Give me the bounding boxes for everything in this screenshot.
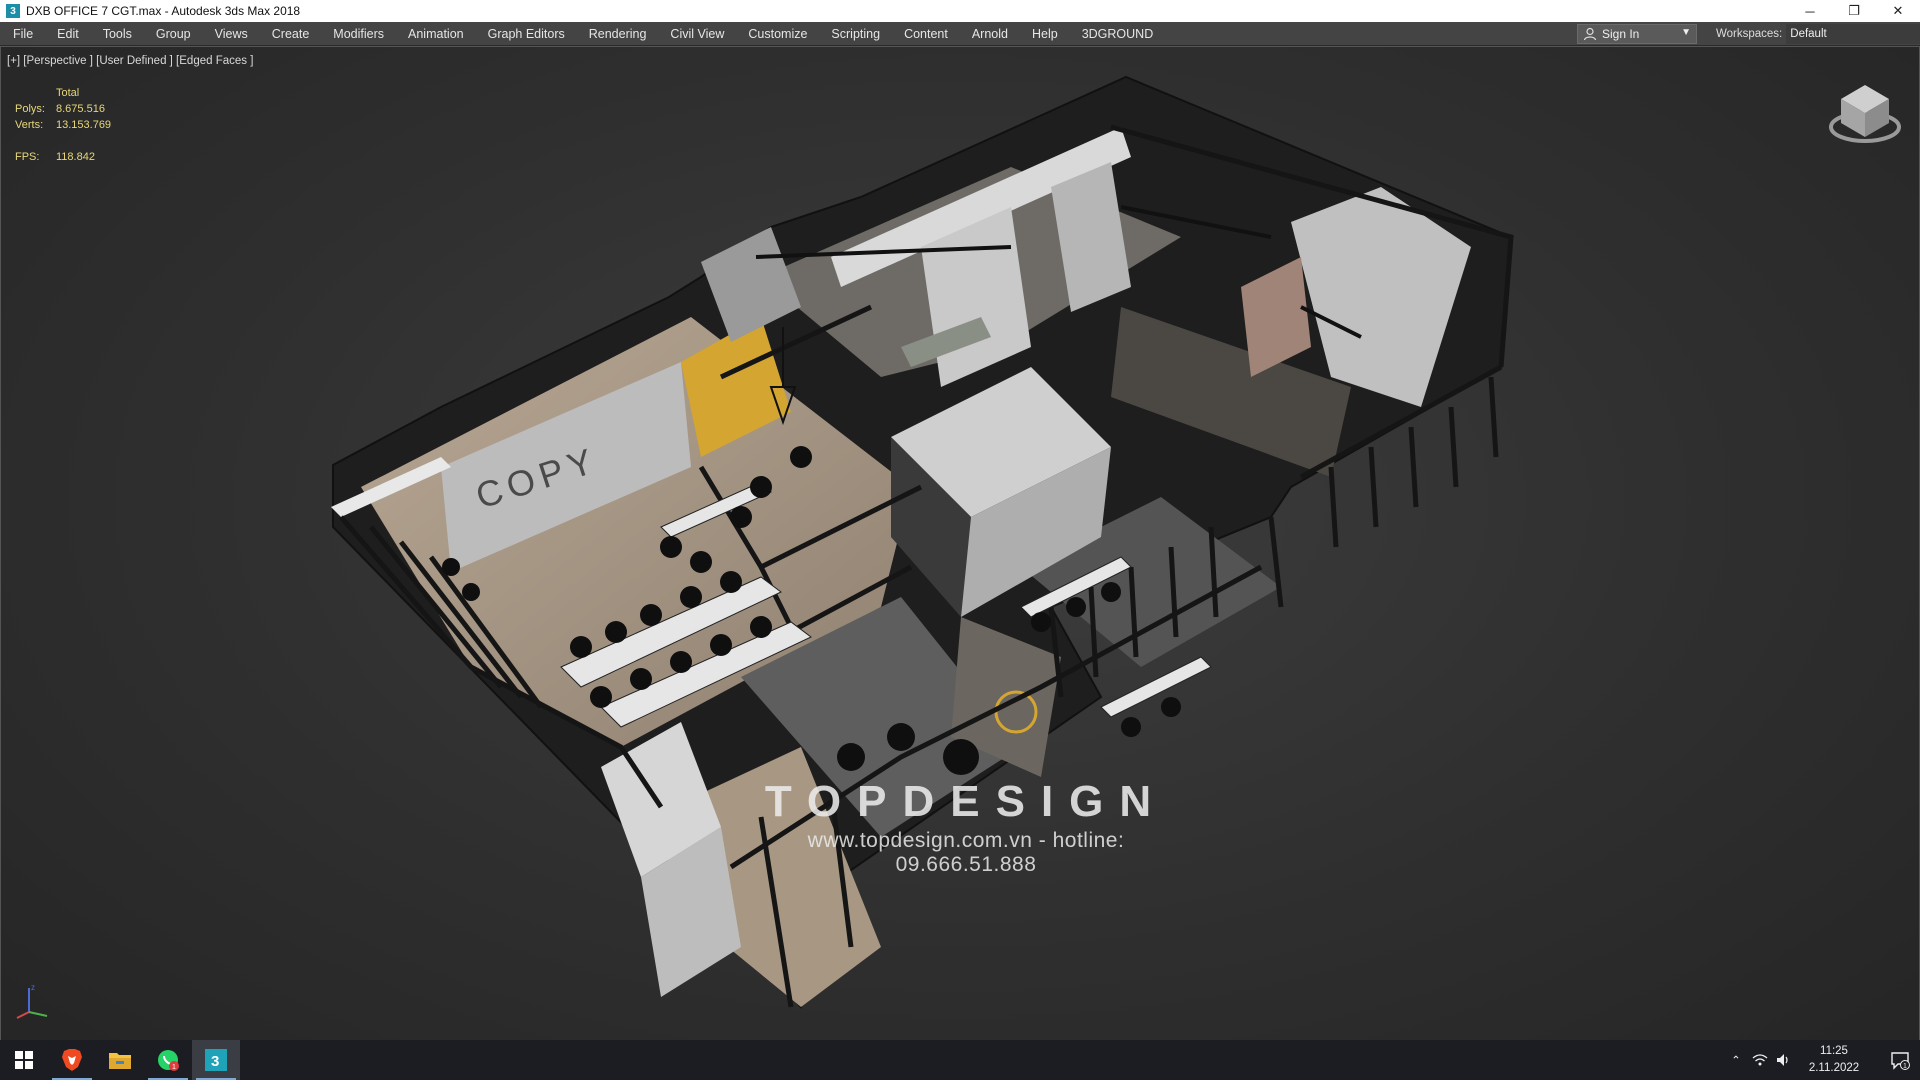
3ds-max-icon: 3 bbox=[205, 1049, 227, 1071]
window-title: DXB OFFICE 7 CGT.max - Autodesk 3ds Max … bbox=[26, 4, 301, 18]
menu-views[interactable]: Views bbox=[203, 22, 260, 46]
workspaces-value: Default bbox=[1790, 28, 1827, 40]
viewcube-icon[interactable] bbox=[1827, 77, 1903, 153]
fps-label: FPS: bbox=[15, 151, 40, 163]
polys-label: Polys: bbox=[15, 103, 45, 115]
menu-help[interactable]: Help bbox=[1020, 22, 1070, 46]
polys-value: 8.675.516 bbox=[56, 103, 105, 115]
brave-browser-icon bbox=[62, 1049, 82, 1071]
menu-scripting[interactable]: Scripting bbox=[819, 22, 892, 46]
clock[interactable]: 11:25 2.11.2022 bbox=[1796, 1043, 1872, 1077]
stats-fps: FPS: 118.842 bbox=[15, 149, 111, 165]
stats-verts: Verts: 13.153.769 bbox=[15, 117, 111, 133]
sign-in-label: Sign In bbox=[1602, 27, 1640, 41]
menu-tools[interactable]: Tools bbox=[91, 22, 144, 46]
verts-value: 13.153.769 bbox=[56, 119, 112, 131]
taskbar-file-explorer[interactable] bbox=[96, 1040, 144, 1080]
office-3d-model[interactable]: COPY bbox=[1, 47, 1920, 1058]
menu-customize[interactable]: Customize bbox=[736, 22, 819, 46]
chevron-down-icon: ▼ bbox=[1681, 27, 1691, 38]
watermark-brand: TOPDESIGN bbox=[764, 777, 1168, 826]
viewport-label[interactable]: [+] [Perspective ] [User Defined ] [Edge… bbox=[7, 55, 253, 67]
workspaces: Workspaces: Default ▼ bbox=[1716, 22, 1920, 46]
network-icon[interactable] bbox=[1748, 1053, 1772, 1067]
menu-arnold[interactable]: Arnold bbox=[960, 22, 1020, 46]
menu-rendering[interactable]: Rendering bbox=[577, 22, 659, 46]
svg-text:3: 3 bbox=[211, 1053, 219, 1070]
menu-create[interactable]: Create bbox=[260, 22, 322, 46]
workspaces-select[interactable]: Default ▼ bbox=[1786, 24, 1920, 44]
sign-in-button[interactable]: Sign In ▼ bbox=[1577, 24, 1697, 44]
restore-button[interactable]: ❐ bbox=[1832, 0, 1876, 22]
perspective-viewport[interactable]: COPY [+] [Perspective] [User Defined] … bbox=[0, 46, 1920, 1058]
menu-group[interactable]: Group bbox=[144, 22, 203, 46]
clock-date: 2.11.2022 bbox=[1808, 1062, 1860, 1074]
taskbar-whatsapp[interactable]: 1 bbox=[144, 1040, 192, 1080]
windows-taskbar: 1 3 ⌃ 11:25 2.11.2022 1 bbox=[0, 1040, 1920, 1080]
close-button[interactable]: ✕ bbox=[1876, 0, 1920, 22]
system-tray: ⌃ 11:25 2.11.2022 1 bbox=[1724, 1040, 1920, 1080]
notification-count: 1 bbox=[1903, 1063, 1907, 1070]
verts-label: Verts: bbox=[15, 119, 44, 131]
start-button[interactable] bbox=[0, 1040, 48, 1080]
axis-tripod-icon: z bbox=[16, 983, 48, 1019]
workspaces-label: Workspaces: bbox=[1716, 28, 1783, 40]
menu-modifiers[interactable]: Modifiers bbox=[321, 22, 396, 46]
3ds-max-app-icon[interactable]: 3 bbox=[6, 4, 20, 18]
stats-header: Total bbox=[56, 87, 80, 99]
user-icon bbox=[1583, 27, 1597, 41]
menu-animation[interactable]: Animation bbox=[396, 22, 476, 46]
menu-file[interactable]: File bbox=[0, 22, 45, 46]
watermark-contact: www.topdesign.com.vn - hotline: 09.666.5… bbox=[807, 829, 1125, 876]
menu-3dground[interactable]: 3DGROUND bbox=[1070, 22, 1166, 46]
volume-icon[interactable] bbox=[1772, 1053, 1796, 1067]
fps-value: 118.842 bbox=[56, 151, 95, 163]
menu-civil-view[interactable]: Civil View bbox=[658, 22, 736, 46]
whatsapp-badge: 1 bbox=[172, 1064, 176, 1071]
action-center-button[interactable]: 1 bbox=[1880, 1040, 1920, 1080]
clock-time: 11:25 bbox=[1820, 1045, 1848, 1057]
whatsapp-icon: 1 bbox=[158, 1050, 179, 1071]
chevron-up-icon[interactable]: ⌃ bbox=[1724, 1053, 1748, 1067]
watermark: TOPDESIGN www.topdesign.com.vn - hotline… bbox=[736, 777, 1196, 877]
window-controls: ─ ❐ ✕ bbox=[1788, 0, 1920, 22]
menu-content[interactable]: Content bbox=[892, 22, 960, 46]
taskbar-3ds-max[interactable]: 3 bbox=[192, 1040, 240, 1080]
menu-edit[interactable]: Edit bbox=[45, 22, 91, 46]
svg-text:z: z bbox=[31, 983, 35, 992]
minimize-button[interactable]: ─ bbox=[1788, 0, 1832, 22]
menu-graph-editors[interactable]: Graph Editors bbox=[476, 22, 577, 46]
folder-icon bbox=[109, 1053, 131, 1069]
viewport-statistics: Total Polys: 8.675.516 Verts: 13.153.769… bbox=[15, 85, 111, 165]
title-bar: 3 DXB OFFICE 7 CGT.max - Autodesk 3ds Ma… bbox=[0, 0, 1920, 22]
stats-polys: Polys: 8.675.516 bbox=[15, 101, 111, 117]
taskbar-brave[interactable] bbox=[48, 1040, 96, 1080]
windows-logo-icon bbox=[15, 1051, 33, 1069]
menu-bar: File Edit Tools Group Views Create Modif… bbox=[0, 22, 1920, 46]
notification-icon: 1 bbox=[1891, 1052, 1910, 1070]
